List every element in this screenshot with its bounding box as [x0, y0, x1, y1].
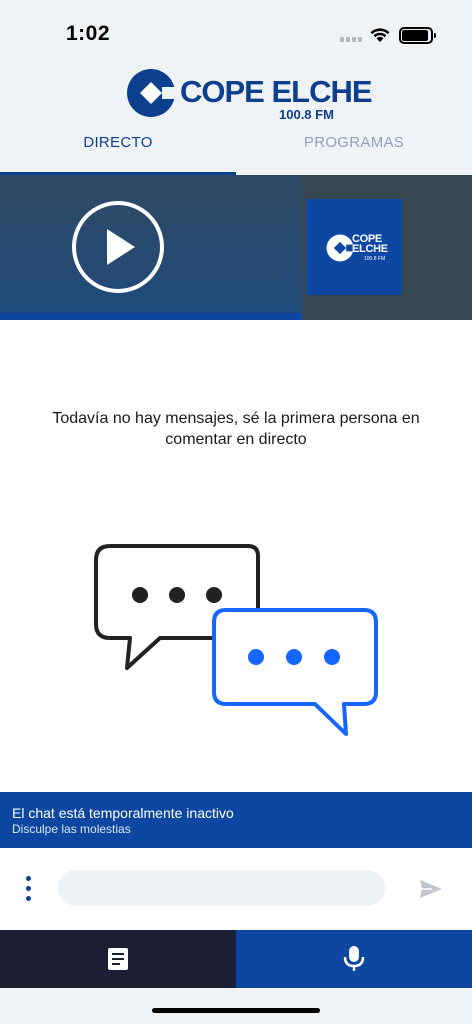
send-icon[interactable] [418, 878, 444, 900]
cope-logo-icon [127, 69, 176, 117]
news-icon [108, 948, 128, 970]
cellular-signal-icon [340, 37, 362, 43]
player-progress-bar [0, 313, 302, 320]
tab-programas-label: PROGRAMAS [303, 134, 405, 151]
empty-chat-message: Todavía no hay mensajes, sé la primera p… [52, 410, 420, 448]
chat-bubbles-icon [94, 544, 378, 736]
cope-elche-logo: COPE ELCHE 100.8 FM [126, 66, 373, 122]
wifi-icon [370, 28, 390, 42]
station-artwork: COPE ELCHE 100.8 FM [306, 199, 402, 295]
station-artwork-name-line2: ELCHE [352, 243, 388, 255]
status-time: 1:02 [66, 22, 111, 45]
station-artwork-name: COPE ELCHE [352, 234, 388, 255]
home-indicator[interactable] [152, 1008, 320, 1013]
chat-message-input[interactable] [58, 870, 385, 906]
bottom-navigation [0, 930, 472, 988]
cope-logo-small-icon [326, 234, 354, 262]
battery-icon [399, 27, 436, 44]
nav-news-button[interactable] [0, 930, 236, 988]
more-options-icon[interactable] [22, 876, 36, 902]
app-header: COPE ELCHE 100.8 FM DIRECTO PROGRAMAS [0, 60, 472, 175]
play-button[interactable] [72, 201, 164, 293]
chat-banner-subtitle: Disculpe las molestias [12, 822, 131, 836]
microphone-icon [343, 946, 365, 971]
app-screen: 1:02 COPE ELCHE 100.8 FM DIRECTO PROGRAM… [0, 0, 472, 1024]
logo-frequency: 100.8 FM [279, 107, 334, 122]
station-artwork-frequency: 100.8 FM [364, 256, 386, 262]
tab-programas[interactable]: PROGRAMAS [236, 134, 472, 175]
live-player: COPE ELCHE 100.8 FM [0, 175, 472, 320]
nav-live-button[interactable] [236, 930, 472, 988]
player-controls-area [0, 175, 302, 320]
chat-input-row [0, 848, 472, 930]
chat-banner-title: El chat está temporalmente inactivo [12, 805, 234, 821]
logo-wordmark: COPE ELCHE [180, 74, 373, 109]
status-bar: 1:02 [0, 0, 472, 60]
tab-directo[interactable]: DIRECTO [0, 134, 236, 175]
home-indicator-area [0, 988, 472, 1024]
play-icon [107, 229, 135, 265]
tab-directo-label: DIRECTO [83, 134, 153, 151]
chat-inactive-banner: El chat está temporalmente inactivo Disc… [0, 792, 472, 848]
